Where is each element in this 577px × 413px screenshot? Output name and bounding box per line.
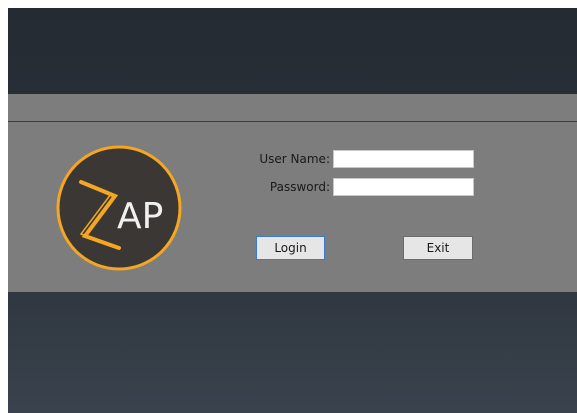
exit-button[interactable]: Exit [403,236,473,260]
app-window: AP User Name: Password: Login Exit [8,8,577,413]
username-field[interactable] [333,150,474,168]
password-label: Password: [269,180,330,194]
login-panel: AP User Name: Password: Login Exit [8,94,577,292]
zap-logo: AP [56,145,182,271]
password-field[interactable] [333,178,474,196]
logo-text: AP [117,196,163,237]
username-label: User Name: [259,152,330,166]
panel-divider [8,121,577,122]
login-button[interactable]: Login [256,236,325,260]
